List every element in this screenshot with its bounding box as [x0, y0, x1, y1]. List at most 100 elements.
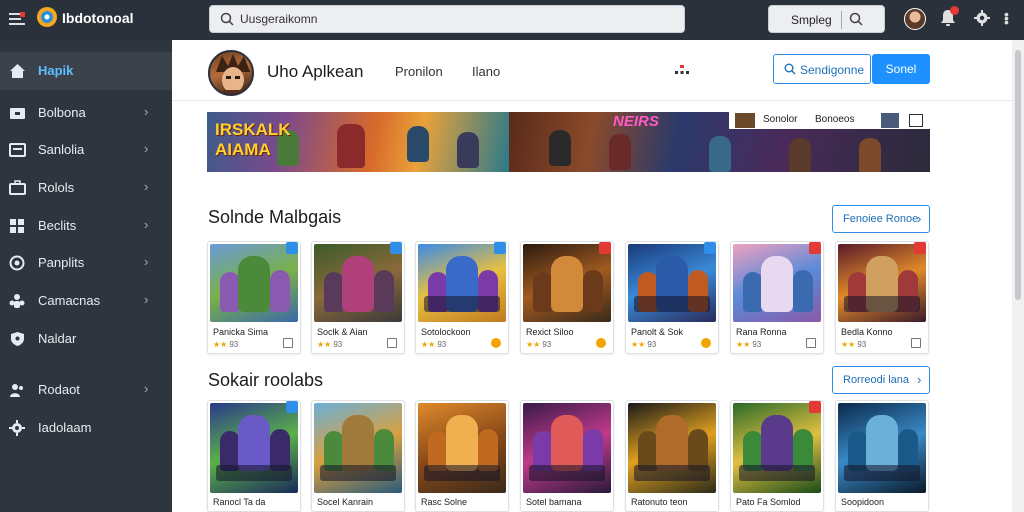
- game-card[interactable]: Rana Ronna ★★ 93: [730, 241, 824, 354]
- tab-secondary[interactable]: Ilano: [472, 64, 500, 79]
- app-logo-icon: [37, 7, 57, 27]
- star-icon: ★★: [317, 340, 332, 349]
- details-icon[interactable]: [911, 338, 921, 348]
- game-card[interactable]: Panolt & Sok ★★ 93: [625, 241, 719, 354]
- sidebar-item-8[interactable]: Rodaot ›: [0, 371, 172, 409]
- divider: [841, 11, 842, 29]
- more-options-icon[interactable]: • • •: [1004, 7, 1009, 29]
- grid-icon: [10, 219, 24, 233]
- coin-icon[interactable]: [701, 338, 711, 348]
- game-card[interactable]: Sotel bamana: [520, 400, 614, 512]
- game-cover-art: [628, 403, 716, 493]
- sidebar-item-home[interactable]: Hapik: [0, 52, 172, 90]
- cover-character: [342, 256, 374, 312]
- game-card[interactable]: Pato Fa Somlod: [730, 400, 824, 512]
- game-card[interactable]: Panicka Sima ★★ 93: [207, 241, 301, 354]
- game-card[interactable]: Rexict Siloo ★★ 93: [520, 241, 614, 354]
- sidebar-item-4[interactable]: Beclits ›: [0, 207, 172, 245]
- cover-logo-band: [424, 465, 500, 481]
- game-title: Bedla Konno: [841, 327, 893, 337]
- see-more-button[interactable]: Fenoiee Ronoe ›: [832, 205, 930, 233]
- banner-character: [859, 138, 881, 172]
- cover-logo-band: [634, 465, 710, 481]
- details-icon[interactable]: [387, 338, 397, 348]
- game-cover-art: [628, 244, 716, 322]
- more-dots-icon[interactable]: [674, 64, 690, 76]
- banner-character: [709, 136, 731, 172]
- shield-icon: [11, 332, 24, 346]
- user-avatar[interactable]: [904, 8, 926, 30]
- tab-profile[interactable]: Pronilon: [395, 64, 443, 79]
- scrollbar-thumb[interactable]: [1015, 50, 1021, 300]
- search-icon: [849, 12, 863, 26]
- sidebar-item-7[interactable]: Naldar: [0, 320, 172, 358]
- profile-avatar[interactable]: [208, 50, 254, 96]
- cover-character: [342, 415, 374, 471]
- sidebar-item-3[interactable]: Rolols ›: [0, 169, 172, 207]
- game-card[interactable]: Socel Kanrain: [311, 400, 405, 512]
- cover-character: [374, 270, 394, 312]
- chevron-right-icon: ›: [144, 254, 149, 269]
- search-input[interactable]: Uusgeraikomn: [240, 12, 317, 26]
- send-games-button[interactable]: Sendigonne: [773, 54, 871, 84]
- sidebar-item-9[interactable]: Iadolaam: [0, 409, 172, 447]
- target-icon: [9, 255, 25, 271]
- sidebar-item-label: Rolols: [38, 180, 75, 195]
- game-cover-art: [210, 244, 298, 322]
- sidebar-item-2[interactable]: Sanlolia ›: [0, 131, 172, 169]
- simplex-search-button[interactable]: Smpleg: [768, 5, 885, 33]
- sidebar-item-label: Hapik: [38, 63, 74, 78]
- cover-logo-band: [634, 296, 710, 312]
- game-title: Rasc Solne: [421, 497, 468, 507]
- search-bar[interactable]: Uusgeraikomn: [209, 5, 685, 33]
- cover-character: [551, 256, 583, 312]
- details-icon[interactable]: [283, 338, 293, 348]
- game-card[interactable]: Ranocl Ta da: [207, 400, 301, 512]
- cover-character: [793, 270, 813, 312]
- thumbnail: [735, 113, 755, 128]
- cover-logo-band: [424, 296, 500, 312]
- strip-label: Sonolor: [763, 114, 798, 125]
- divider: [172, 100, 1012, 101]
- game-title: Soclk & Aian: [317, 327, 368, 337]
- sidebar-item-6[interactable]: Camacnas ›: [0, 282, 172, 320]
- chevron-right-icon: ›: [144, 381, 149, 396]
- sidebar-item-5[interactable]: Panplits ›: [0, 244, 172, 282]
- game-card[interactable]: Soopidoon: [835, 400, 929, 512]
- see-more-button[interactable]: Rorreodi lana ›: [832, 366, 930, 394]
- promo-banner[interactable]: IRSKALK AIAMA NEIRS Sonolor Bonoeos: [207, 112, 930, 172]
- gear-icon[interactable]: [974, 10, 990, 26]
- section-title: Sokair roolabs: [208, 370, 324, 390]
- sidebar-item-1[interactable]: Bolbona ›: [0, 94, 172, 132]
- game-card[interactable]: Soclk & Aian ★★ 93: [311, 241, 405, 354]
- game-title: Sotolockoon: [421, 327, 471, 337]
- details-icon[interactable]: [806, 338, 816, 348]
- cover-character: [238, 256, 270, 312]
- notification-badge: [950, 6, 959, 15]
- game-card[interactable]: Ratonuto teon: [625, 400, 719, 512]
- send-button[interactable]: Sonel: [872, 54, 930, 84]
- corner-badge: [809, 242, 821, 254]
- banner-title-right: NEIRS: [613, 113, 659, 130]
- game-card[interactable]: Sotolockoon ★★ 93: [415, 241, 509, 354]
- inbox-icon: [9, 143, 26, 157]
- checkbox-icon[interactable]: [909, 114, 923, 127]
- coin-icon[interactable]: [596, 338, 606, 348]
- banner-info-strip: Sonolor Bonoeos: [729, 112, 930, 129]
- sidebar-item-label: Rodaot: [38, 382, 80, 397]
- star-rating: ★★ 93: [526, 340, 551, 349]
- section-title: Solnde Malbgais: [208, 207, 342, 227]
- cover-character: [761, 415, 793, 471]
- game-card[interactable]: Bedla Konno ★★ 93: [835, 241, 929, 354]
- folder-icon: [10, 108, 25, 119]
- star-rating: ★★ 93: [421, 340, 446, 349]
- coin-icon[interactable]: [491, 338, 501, 348]
- rating-value: 93: [752, 340, 762, 349]
- cover-character: [270, 270, 290, 312]
- banner-title-line2: AIAMA: [215, 140, 271, 159]
- search-icon: [220, 12, 234, 26]
- banner-character: [549, 130, 571, 166]
- scrollbar[interactable]: [1012, 40, 1024, 512]
- menu-icon[interactable]: [8, 10, 26, 28]
- game-card[interactable]: Rasc Solne: [415, 400, 509, 512]
